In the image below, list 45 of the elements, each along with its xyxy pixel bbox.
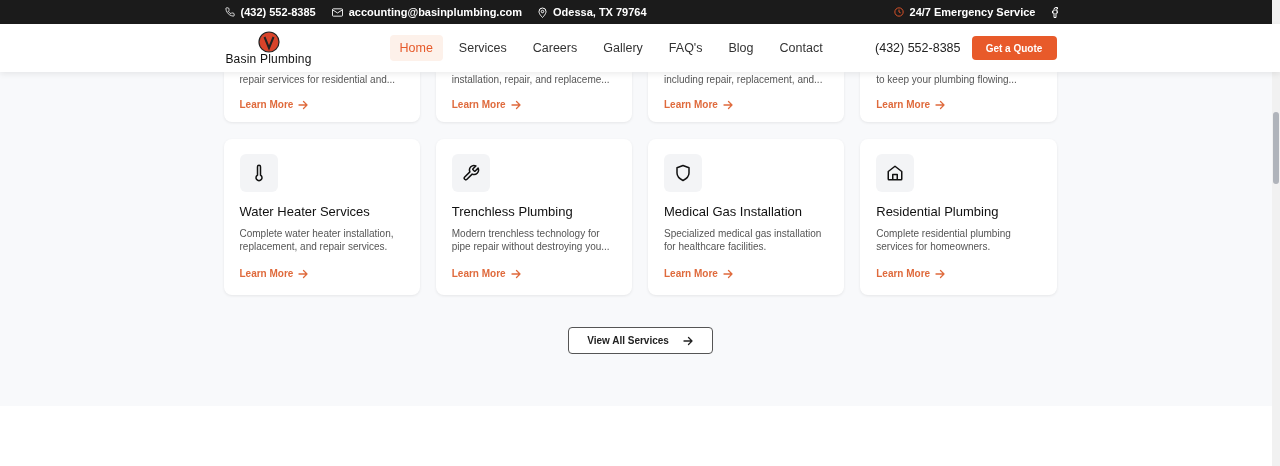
get-a-quote-button[interactable]: Get a Quote [971,36,1057,60]
arrow-right-icon [722,268,733,279]
view-all-services-button[interactable]: View All Services [567,327,713,354]
service-description: Complete residential plumbing services for homeowners. [876,227,1012,253]
nav-link[interactable]: Careers [522,35,588,61]
logo-text[interactable]: Basin Plumbing [225,52,312,66]
service-description: to keep your plumbing flowing... [876,73,1018,86]
nav-link[interactable]: FAQ's [658,35,713,61]
emergency-service-text: 24/7 Emergency Service [909,6,1036,18]
service-description: Modern trenchless technology for pipe repair without destroying you... [451,227,611,253]
service-title: Medical Gas Installation [664,204,803,219]
service-title: Water Heater Services [239,204,371,219]
location-text: Odessa, TX 79764 [553,6,647,18]
service-description: repair services for residential and... [239,73,397,86]
nav-link[interactable]: Gallery [593,35,653,61]
nav-link[interactable]: Blog [718,35,764,61]
arrow-right-icon [935,268,946,279]
mail-icon [331,7,343,17]
service-title: Residential Plumbing [876,204,1000,219]
wrench-icon [461,164,480,182]
shield-icon [674,164,692,182]
facebook-icon[interactable] [1051,6,1058,18]
phone-icon [224,7,235,17]
arrow-right-icon [722,99,733,110]
arrow-right-icon [935,99,946,110]
scrollbar-thumb[interactable] [1273,112,1279,184]
arrow-right-icon [298,268,309,279]
location-pin-icon [538,6,548,18]
arrow-right-icon [682,335,693,346]
service-description: Specialized medical gas installation for healthcare facilities. [664,227,823,253]
email-address[interactable]: accounting@basinplumbing.com [348,6,523,18]
service-description: installation, repair, and replaceme... [451,73,611,86]
phone-number[interactable]: (432) 552-8385 [240,6,316,18]
clock-icon [893,7,904,17]
service-description: Complete water heater installation, replacement, and repair services. [239,227,395,253]
arrow-right-icon [510,268,521,279]
service-description: including repair, replacement, and... [664,73,824,86]
house-icon [886,164,905,182]
nav-link[interactable]: Services [448,35,517,61]
service-title: Trenchless Plumbing [451,204,574,219]
logo-icon[interactable] [257,30,280,53]
arrow-right-icon [298,99,309,110]
arrow-right-icon [510,99,521,110]
nav-link[interactable]: Contact [769,35,833,61]
header-phone-number[interactable]: (432) 552-8385 [875,41,961,55]
